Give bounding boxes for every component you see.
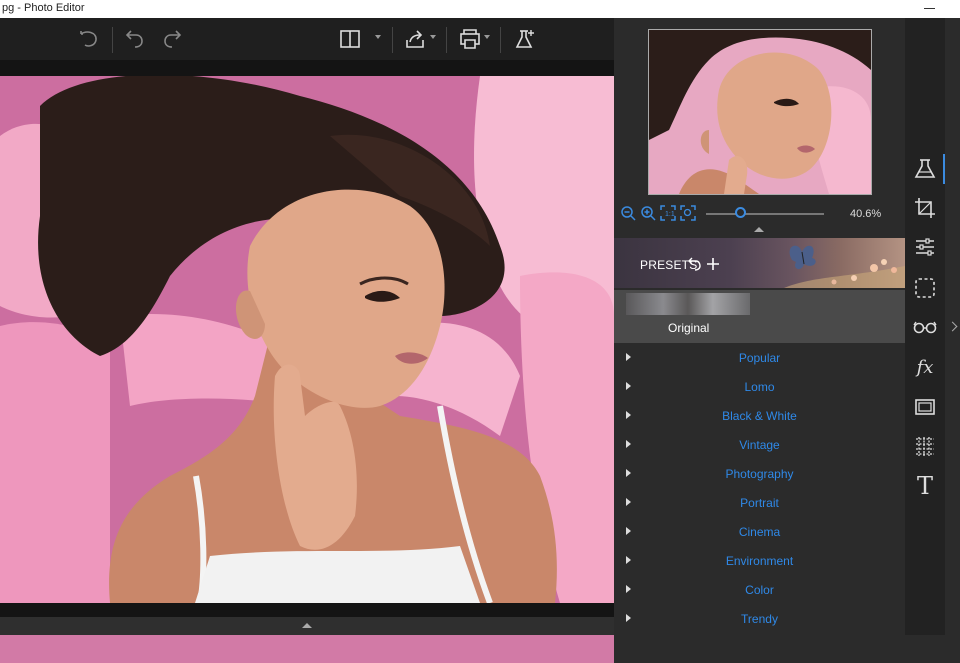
zoom-slider-track[interactable] — [706, 213, 824, 215]
glasses-icon[interactable] — [905, 309, 945, 345]
share-dropdown-caret[interactable] — [430, 35, 436, 39]
compare-icon[interactable] — [335, 24, 365, 54]
texture-icon[interactable] — [905, 428, 945, 464]
flask-icon[interactable] — [905, 151, 945, 187]
window-title: pg - Photo Editor — [2, 2, 85, 14]
category-label: Vintage — [739, 438, 780, 452]
zoom-in-icon[interactable] — [640, 205, 656, 221]
title-bar: pg - Photo Editor — [0, 0, 960, 18]
text-tool-label: T — [916, 472, 933, 500]
right-panel: 1:1 40.6% PRESETS Original Popular Lomo … — [614, 18, 905, 635]
butterfly-banner-art — [784, 245, 905, 288]
preset-original[interactable]: Original — [614, 290, 905, 343]
original-thumbnail — [626, 293, 750, 315]
text-icon[interactable]: T — [905, 468, 945, 504]
toolbar-separator — [446, 27, 447, 53]
image-canvas[interactable] — [0, 60, 614, 663]
category-trendy[interactable]: Trendy — [614, 605, 905, 633]
print-icon[interactable] — [455, 24, 485, 54]
category-photography[interactable]: Photography — [614, 460, 905, 488]
category-label: Popular — [738, 351, 781, 365]
presets-header: PRESETS — [614, 238, 905, 288]
canvas-bottom-bar — [0, 617, 614, 635]
category-vintage[interactable]: Vintage — [614, 431, 905, 459]
fit-to-screen-icon[interactable] — [680, 205, 696, 221]
tool-sidebar: fx T — [905, 18, 945, 635]
category-label: Portrait — [740, 496, 779, 510]
navigator-thumbnail[interactable] — [648, 29, 872, 195]
original-label: Original — [668, 321, 710, 335]
category-label: Cinema — [738, 525, 781, 539]
frame-icon[interactable] — [905, 389, 945, 425]
zoom-controls: 1:1 40.6% — [614, 202, 905, 226]
print-dropdown-caret[interactable] — [484, 35, 490, 39]
category-environment[interactable]: Environment — [614, 547, 905, 575]
compare-dropdown-caret[interactable] — [375, 35, 381, 39]
collapse-navigator-icon[interactable] — [754, 227, 764, 232]
share-icon[interactable] — [400, 24, 430, 54]
zoom-value: 40.6% — [850, 208, 882, 220]
category-black-white[interactable]: Black & White — [614, 402, 905, 430]
category-popular[interactable]: Popular — [614, 344, 905, 372]
expand-up-icon[interactable] — [302, 623, 312, 628]
category-label: Lomo — [744, 380, 775, 394]
lab-icon[interactable] — [510, 24, 540, 54]
canvas-bottom-border — [0, 603, 614, 617]
toolbar-separator — [392, 27, 393, 53]
canvas-top-border — [0, 60, 614, 76]
zoom-out-icon[interactable] — [620, 205, 636, 221]
category-portrait[interactable]: Portrait — [614, 489, 905, 517]
selection-icon[interactable] — [905, 270, 945, 306]
category-lomo[interactable]: Lomo — [614, 373, 905, 401]
crop-icon[interactable] — [905, 190, 945, 226]
redo-icon[interactable] — [157, 24, 187, 54]
undo-all-icon[interactable] — [74, 24, 104, 54]
sliders-icon[interactable] — [905, 229, 945, 265]
category-label: Photography — [725, 467, 794, 481]
actual-size-icon[interactable]: 1:1 — [660, 205, 676, 221]
category-label: Color — [745, 583, 774, 597]
add-preset-icon[interactable] — [706, 257, 720, 271]
edited-photo[interactable] — [0, 76, 614, 663]
fx-label: fx — [916, 356, 934, 378]
zoom-slider-handle[interactable] — [735, 207, 746, 218]
category-color[interactable]: Color — [614, 576, 905, 604]
toolbar-separator — [112, 27, 113, 53]
category-label: Trendy — [741, 612, 778, 626]
category-label: Black & White — [722, 409, 797, 423]
category-cinema[interactable]: Cinema — [614, 518, 905, 546]
toolbar-separator — [500, 27, 501, 53]
reset-presets-icon[interactable] — [688, 257, 702, 271]
fx-icon[interactable]: fx — [905, 349, 945, 385]
undo-icon[interactable] — [120, 24, 150, 54]
minimize-button[interactable] — [920, 0, 940, 18]
svg-text:1:1: 1:1 — [665, 211, 675, 218]
category-label: Environment — [725, 554, 794, 568]
